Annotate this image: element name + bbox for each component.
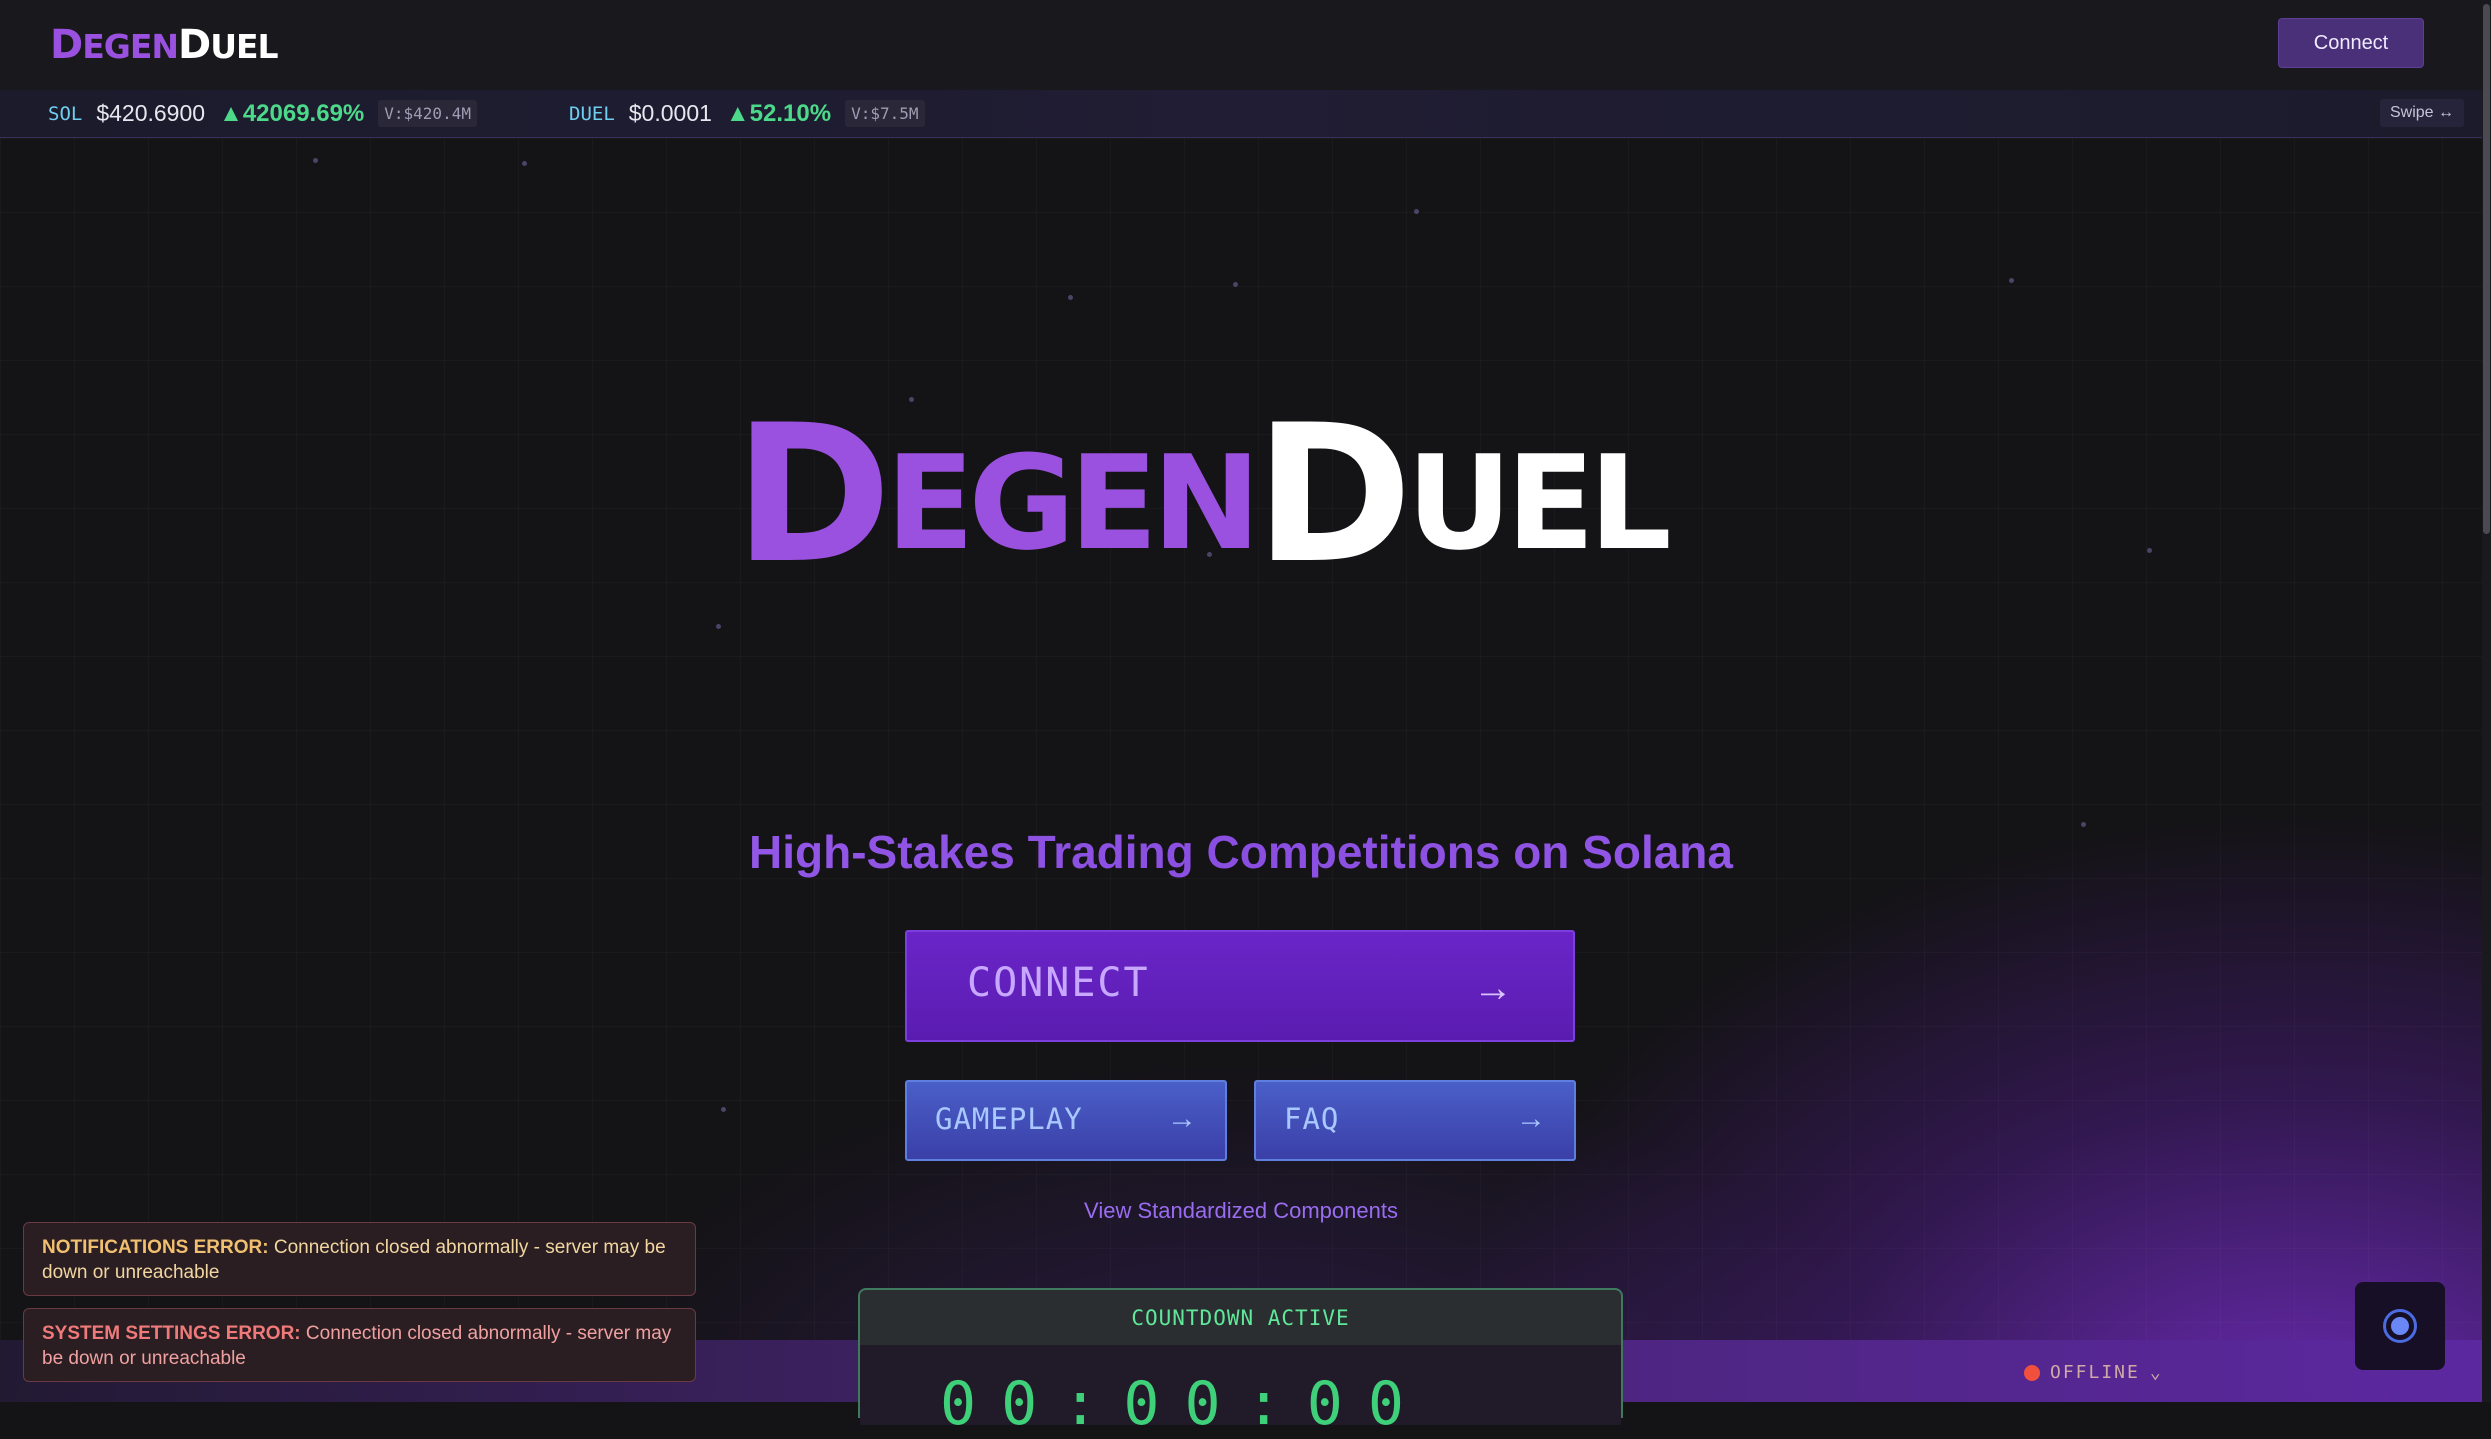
connect-button-label: CONNECT [967, 960, 1150, 1006]
ticker-change: ▲42069.69% [219, 99, 365, 127]
chevron-down-icon: ⌄ [2149, 1362, 2163, 1383]
swipe-hint: Swipe ↔ [2379, 99, 2464, 127]
hero-logo: D EGEN D UEL [734, 400, 1774, 590]
header-connect-button[interactable]: Connect [2278, 18, 2424, 68]
ticker-symbol: DUEL [569, 102, 615, 125]
logo-text: EGEN [82, 27, 179, 66]
hero-logo-letter: D [1254, 384, 1413, 605]
price-ticker[interactable]: SOL $420.6900 ▲42069.69% V:$420.4M DUEL … [0, 90, 2482, 138]
arrow-right-icon: → [1516, 1102, 1546, 1135]
error-kind: SYSTEM SETTINGS ERROR: [42, 1323, 301, 1344]
logo-letter: D [178, 22, 211, 68]
ticker-item-sol[interactable]: SOL $420.6900 ▲42069.69% V:$420.4M [48, 90, 477, 137]
particle [721, 1107, 726, 1112]
countdown-display: 00:00:00 [860, 1345, 1621, 1439]
particle [522, 161, 527, 166]
ticker-price: $0.0001 [628, 100, 712, 126]
header-logo[interactable]: DEGENDUEL [50, 22, 279, 68]
ticker-price: $420.6900 [96, 100, 206, 126]
particle [1233, 282, 1238, 287]
hero-connect-button[interactable]: CONNECT → [905, 930, 1575, 1042]
hero-logo-text: UEL [1406, 427, 1672, 579]
logo-letter: D [50, 22, 83, 68]
ticker-change: ▲52.10% [725, 99, 832, 127]
status-dot-icon [2024, 1364, 2040, 1381]
ticker-item-duel[interactable]: DUEL $0.0001 ▲52.10% V:$7.5M [569, 90, 925, 137]
error-kind: NOTIFICATIONS ERROR: [42, 1237, 269, 1258]
faq-button-label: FAQ [1284, 1102, 1340, 1136]
top-header: DEGENDUEL Connect [0, 0, 2482, 91]
arrow-right-icon: → [1167, 1102, 1197, 1135]
hero-logo-text: EGEN [885, 427, 1261, 579]
particle [1414, 209, 1419, 214]
particle [2147, 548, 2152, 553]
connection-status-text: OFFLINE [2050, 1362, 2140, 1383]
particle [313, 158, 318, 163]
particle [2009, 278, 2014, 283]
countdown-digits: 00:00:00 [940, 1369, 1429, 1439]
countdown-title: COUNTDOWN ACTIVE [1131, 1306, 1350, 1330]
hero-tagline: High-Stakes Trading Competitions on Sola… [0, 825, 2482, 879]
ticker-volume: V:$420.4M [378, 100, 477, 127]
view-components-link[interactable]: View Standardized Components [0, 1198, 2482, 1224]
ticker-volume: V:$7.5M [845, 100, 925, 127]
particle [1068, 295, 1073, 300]
connection-status-toggle[interactable]: OFFLINE ⌄ [2024, 1362, 2163, 1383]
logo-text: UEL [210, 27, 278, 66]
floating-assistant-button[interactable] [2355, 1282, 2445, 1370]
orb-icon [2383, 1309, 2417, 1343]
hero-logo-letter: D [734, 384, 892, 605]
particle [716, 624, 721, 629]
countdown-panel: COUNTDOWN ACTIVE 00:00:00 [858, 1288, 1623, 1439]
page-scrollbar[interactable] [2482, 0, 2491, 1402]
arrow-right-icon: → [1473, 966, 1513, 1010]
system-settings-error-toast[interactable]: SYSTEM SETTINGS ERROR: Connection closed… [23, 1308, 696, 1382]
ticker-symbol: SOL [48, 102, 83, 125]
gameplay-button-label: GAMEPLAY [935, 1102, 1083, 1136]
faq-button[interactable]: FAQ → [1254, 1080, 1576, 1161]
particle [909, 397, 914, 402]
gameplay-button[interactable]: GAMEPLAY → [905, 1080, 1227, 1161]
scrollbar-thumb[interactable] [2483, 4, 2490, 534]
notifications-error-toast[interactable]: NOTIFICATIONS ERROR: Connection closed a… [23, 1222, 696, 1296]
